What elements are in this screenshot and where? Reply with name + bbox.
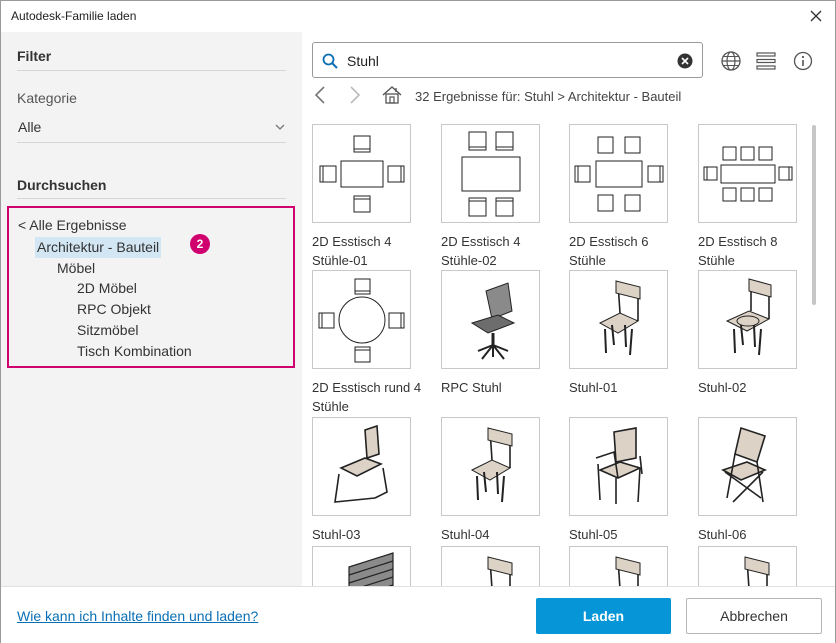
chair-icon: [744, 556, 770, 586]
plan-table-4-chairs-long-icon: [461, 131, 521, 217]
family-tile[interactable]: [698, 417, 797, 516]
family-tile-label[interactable]: 2D Esstisch 8 Stühle: [698, 232, 808, 270]
chair-icon: [470, 427, 513, 503]
back-arrow-icon[interactable]: [310, 84, 330, 106]
divider: [17, 70, 286, 71]
family-tile[interactable]: [698, 270, 797, 369]
divider: [17, 198, 286, 199]
category-select-value[interactable]: Alle: [18, 119, 41, 135]
search-box: [312, 42, 703, 78]
family-tile-label[interactable]: Stuhl-01: [569, 378, 679, 397]
chair-icon: [615, 556, 641, 586]
tree-item-rpc-objekt[interactable]: RPC Objekt: [77, 301, 151, 317]
family-tile-label[interactable]: Stuhl-04: [441, 525, 551, 544]
tree-item-architektur-bauteil[interactable]: Architektur - Bauteil: [35, 237, 162, 258]
family-tile-label[interactable]: Stuhl-03: [312, 525, 422, 544]
family-tile[interactable]: [569, 124, 668, 223]
scrollbar-thumb[interactable]: [812, 125, 816, 305]
family-tile-label[interactable]: Stuhl-06: [698, 525, 808, 544]
folding-chair-icon: [721, 426, 768, 503]
content-panel: 32 Ergebnisse für: Stuhl > Architektur -…: [302, 32, 835, 586]
family-tile[interactable]: [441, 270, 540, 369]
family-tile-label[interactable]: 2D Esstisch 4 Stühle-02: [441, 232, 551, 270]
filter-panel: Filter Kategorie Alle Durchsuchen < Alle…: [1, 32, 302, 586]
bench-icon: [348, 552, 394, 586]
tree-item-2d-moebel[interactable]: 2D Möbel: [77, 280, 137, 296]
forward-arrow-icon[interactable]: [345, 84, 365, 106]
divider: [17, 142, 286, 143]
list-view-icon[interactable]: [755, 50, 777, 72]
browse-heading: Durchsuchen: [17, 177, 107, 193]
info-icon[interactable]: [792, 50, 814, 72]
family-tile[interactable]: [441, 546, 540, 586]
search-input[interactable]: [347, 50, 667, 72]
close-icon[interactable]: [805, 5, 827, 27]
family-tile[interactable]: [569, 417, 668, 516]
family-tile-label[interactable]: 2D Esstisch rund 4 Stühle: [312, 378, 422, 416]
tree-item-sitzmoebel[interactable]: Sitzmöbel: [77, 322, 138, 338]
plan-table-4-chairs-icon: [319, 135, 405, 213]
filter-heading: Filter: [17, 48, 52, 64]
clear-search-icon[interactable]: [677, 53, 693, 69]
family-tile[interactable]: [698, 546, 797, 586]
family-tile-label[interactable]: 2D Esstisch 6 Stühle: [569, 232, 679, 270]
title-bar: Autodesk-Familie laden: [1, 1, 835, 32]
family-tile[interactable]: [441, 417, 540, 516]
plan-table-8-chairs-icon: [703, 146, 793, 202]
step-badge: 2: [190, 234, 210, 254]
results-summary: 32 Ergebnisse für: Stuhl > Architektur -…: [415, 89, 682, 104]
category-label: Kategorie: [17, 90, 77, 106]
chair-icon: [487, 556, 513, 586]
globe-icon[interactable]: [720, 50, 742, 72]
dialog-footer: Wie kann ich Inhalte finden und laden? L…: [1, 586, 835, 643]
family-tile[interactable]: [441, 124, 540, 223]
family-tile[interactable]: [312, 546, 411, 586]
sled-chair-icon: [334, 424, 388, 503]
family-tile[interactable]: [312, 124, 411, 223]
family-tile-label[interactable]: RPC Stuhl: [441, 378, 551, 397]
home-icon[interactable]: [381, 84, 403, 106]
tree-item-tisch-kombination[interactable]: Tisch Kombination: [77, 343, 192, 359]
chair-icon: [598, 280, 641, 356]
tree-back-all-results[interactable]: < Alle Ergebnisse: [18, 217, 127, 233]
plan-round-table-4-chairs-icon: [318, 278, 405, 363]
chair-round-seat-icon: [725, 278, 772, 356]
family-tile[interactable]: [569, 546, 668, 586]
cancel-button[interactable]: Abbrechen: [686, 598, 822, 634]
chevron-down-icon[interactable]: [274, 122, 286, 132]
plan-table-6-chairs-icon: [574, 136, 664, 212]
family-tile[interactable]: [698, 124, 797, 223]
help-link[interactable]: Wie kann ich Inhalte finden und laden?: [17, 608, 258, 624]
armchair-icon: [595, 427, 643, 504]
family-tile-label[interactable]: 2D Esstisch 4 Stühle-01: [312, 232, 422, 270]
family-tile[interactable]: [312, 417, 411, 516]
load-button[interactable]: Laden: [536, 598, 671, 634]
window-title: Autodesk-Familie laden: [11, 9, 137, 23]
family-tile[interactable]: [312, 270, 411, 369]
search-icon: [322, 53, 338, 69]
tree-item-moebel[interactable]: Möbel: [57, 260, 95, 276]
family-tile-label[interactable]: Stuhl-02: [698, 378, 808, 397]
family-tile[interactable]: [569, 270, 668, 369]
dialog-window: Autodesk-Familie laden Filter Kategorie …: [0, 0, 836, 643]
office-chair-icon: [470, 282, 516, 360]
family-tile-label[interactable]: Stuhl-05: [569, 525, 679, 544]
